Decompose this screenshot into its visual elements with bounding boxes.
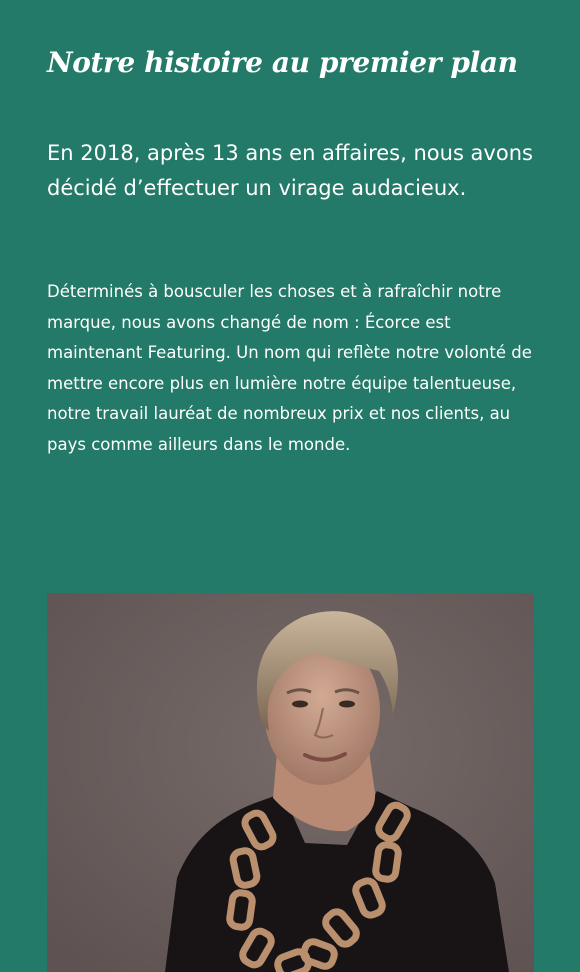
portrait-photo (47, 593, 534, 972)
body-paragraph: Déterminés à bousculer les choses et à r… (47, 282, 532, 454)
lead-paragraph: En 2018, après 13 ans en affaires, nous … (47, 141, 533, 200)
portrait-illustration (47, 593, 534, 972)
story-section: Notre histoire au premier plan En 2018, … (0, 0, 580, 972)
section-title: Notre histoire au premier plan (47, 46, 518, 79)
